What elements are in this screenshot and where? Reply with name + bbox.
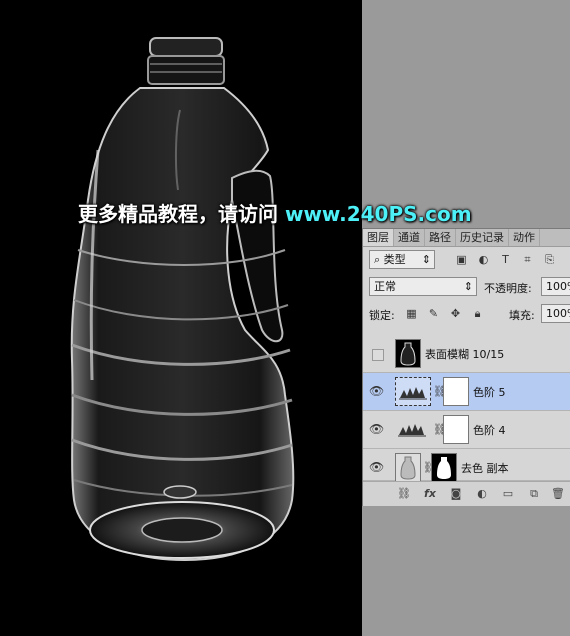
layer-thumbnail [395, 339, 421, 368]
new-group-icon[interactable]: ▭ [501, 487, 515, 501]
tab-paths[interactable]: 路径 [425, 229, 456, 246]
levels-adjustment-icon [395, 415, 431, 444]
opacity-input[interactable]: 100% [541, 277, 570, 296]
watermark-caption: 更多精品教程，请访问 [78, 202, 278, 226]
blend-mode-select[interactable]: 正常 ⇕ [369, 277, 477, 296]
fx-icon[interactable]: fx [423, 487, 437, 501]
eye-icon[interactable]: 👁︎ [369, 461, 384, 473]
levels-adjustment-icon [395, 377, 431, 406]
layer-name: 去色 副本 [461, 462, 509, 475]
adjustment-filter-icon[interactable]: ◐ [477, 253, 490, 266]
filter-select-value: 类型 [383, 253, 406, 266]
layer-name: 色阶 4 [473, 424, 506, 437]
tab-actions[interactable]: 动作 [509, 229, 540, 246]
panel-footer: ⛓ fx ◙ ◐ ▭ ⧉ 🗑︎ [363, 481, 570, 506]
lock-all-icon[interactable]: 🔒︎ [471, 307, 484, 320]
lock-label: 锁定: [369, 309, 395, 322]
shape-filter-icon[interactable]: ⌗ [521, 253, 534, 266]
layer-row[interactable]: 👁︎ ⛓ 去色 副本 [363, 449, 570, 482]
lock-image-icon[interactable]: ✎ [427, 307, 440, 320]
canvas-area[interactable] [0, 0, 362, 636]
layer-row[interactable]: 表面模糊 10/15 [363, 335, 570, 373]
eye-icon[interactable]: 👁︎ [369, 423, 384, 435]
search-icon: ⌕ [374, 253, 384, 266]
bottle-image [70, 37, 295, 562]
layer-name: 表面模糊 10/15 [425, 348, 505, 361]
fill-input[interactable]: 100% [541, 304, 570, 323]
chevron-updown-icon: ⇕ [421, 253, 431, 266]
blend-mode-value: 正常 [374, 280, 396, 293]
link-layers-icon[interactable]: ⛓ [397, 487, 411, 501]
watermark-url: www.240PS.com [284, 202, 472, 226]
blend-row: 正常 ⇕ 不透明度: 100% [363, 274, 570, 298]
image-filter-icon[interactable]: ▣ [455, 253, 468, 266]
watermark-text: 更多精品教程，请访问 www.240PS.com [78, 198, 472, 227]
filter-row: ⌕ 类型 ⇕ ▣ ◐ T ⌗ ⎘ [363, 248, 570, 272]
tab-channels[interactable]: 通道 [394, 229, 425, 246]
layer-mask-thumbnail[interactable] [443, 377, 469, 406]
lock-row: 锁定: ▦ ✎ ✥ 🔒︎ 填充: 100% [363, 302, 570, 326]
type-filter-icon[interactable]: T [499, 253, 512, 266]
new-adjustment-icon[interactable]: ◐ [475, 487, 489, 501]
smart-object-filter-icon[interactable]: ⎘ [543, 253, 556, 266]
tab-history[interactable]: 历史记录 [456, 229, 509, 246]
new-layer-icon[interactable]: ⧉ [527, 487, 541, 501]
tab-layers[interactable]: 图层 [363, 229, 394, 246]
lock-position-icon[interactable]: ✥ [449, 307, 462, 320]
eye-icon[interactable]: 👁︎ [369, 385, 384, 397]
chevron-updown-icon: ⇕ [463, 280, 473, 293]
panel-tabs: 图层 通道 路径 历史记录 动作 [363, 229, 570, 247]
layer-filter-select[interactable]: ⌕ 类型 ⇕ [369, 250, 435, 269]
layer-row[interactable]: 👁︎ ⛓ 色阶 4 [363, 411, 570, 449]
visibility-toggle-off[interactable] [372, 349, 384, 361]
lock-transparency-icon[interactable]: ▦ [405, 307, 418, 320]
fill-label: 填充: [509, 309, 535, 322]
layers-panel: 图层 通道 路径 历史记录 动作 ⌕ 类型 ⇕ ▣ ◐ T ⌗ ⎘ 正常 ⇕ 不透明… [362, 228, 570, 506]
layer-name: 色阶 5 [473, 386, 506, 399]
layer-mask-thumbnail[interactable] [443, 415, 469, 444]
layer-thumbnail [395, 453, 421, 482]
trash-icon[interactable]: 🗑︎ [551, 487, 565, 501]
opacity-label: 不透明度: [484, 282, 532, 295]
add-mask-icon[interactable]: ◙ [449, 487, 463, 501]
layer-row-selected[interactable]: 👁︎ ⛓ 色阶 5 [363, 373, 570, 411]
layer-mask-thumbnail[interactable] [431, 453, 457, 482]
